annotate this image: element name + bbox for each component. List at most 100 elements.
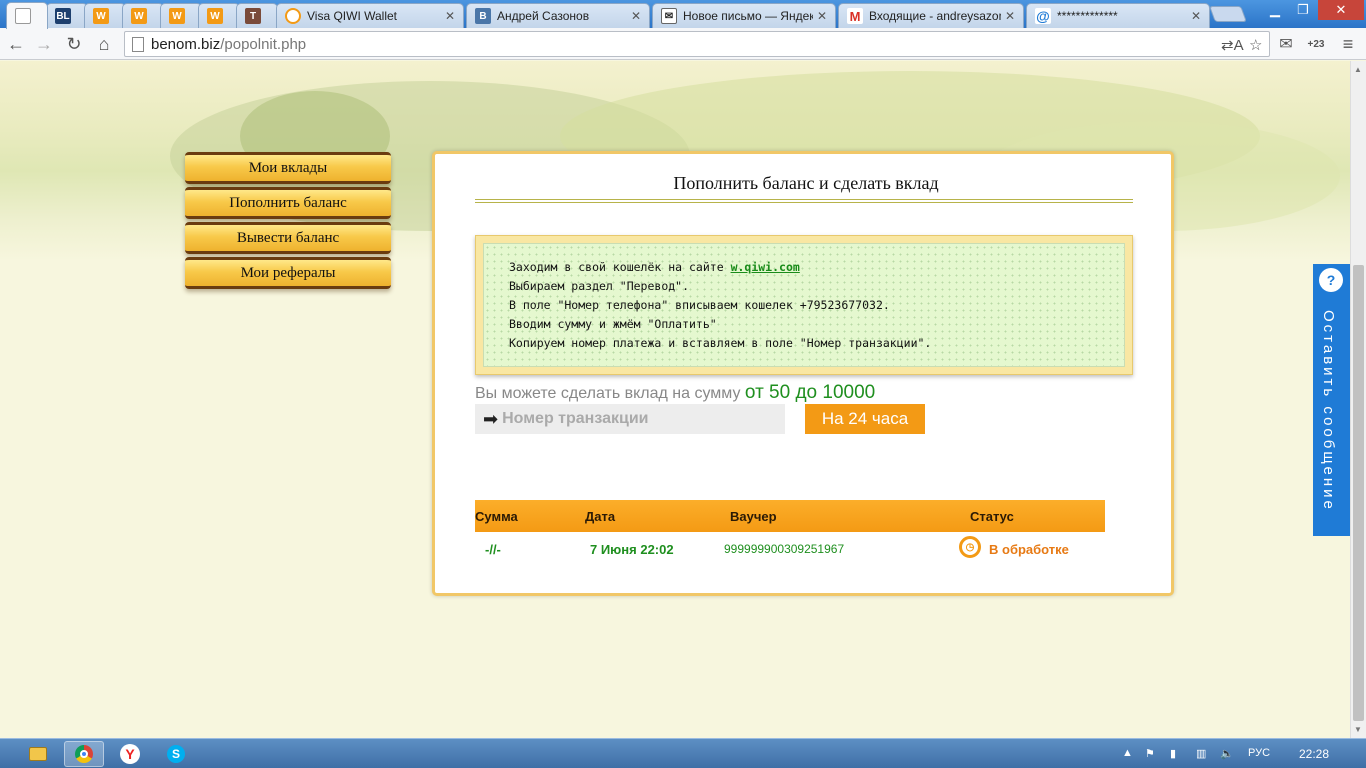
vk-favicon-icon: В [475,8,491,24]
language-indicator[interactable]: РУС [1248,747,1270,759]
cell-sum: -//- [485,542,501,557]
tab-gmail[interactable]: M Входящие - andreysazon ✕ [838,3,1024,28]
sidebar-item-my-deposits[interactable]: Мои вклады [185,152,391,184]
extension-badge[interactable]: +23 [1304,32,1328,56]
home-icon[interactable]: ⌂ [92,32,116,56]
scroll-up-icon[interactable]: ▲ [1354,65,1362,74]
battery-icon[interactable]: ▮ [1170,747,1176,760]
header-sum: Сумма [475,509,518,524]
qiwi-icon [285,8,301,24]
deposit-panel: Пополнить баланс и сделать вклад Заходим… [432,151,1174,596]
tab-title: Входящие - andreysazon [869,9,1001,23]
instruction-text: Заходим в свой кошелёк на сайте [509,260,731,274]
close-icon[interactable]: ✕ [817,9,827,23]
qiwi-link[interactable]: w.qiwi.com [731,260,800,274]
title-divider [475,199,1133,203]
tab-qiwi[interactable]: Visa QIWI Wallet ✕ [276,3,464,28]
explorer-icon[interactable] [18,741,58,767]
transactions-table: Сумма Дата Ваучер Статус -//- 7 Июня 22:… [475,500,1105,564]
menu-icon[interactable]: ≡ [1336,32,1360,56]
minimize-button[interactable]: ▁ [1262,0,1288,20]
close-icon[interactable]: ✕ [445,9,455,23]
browser-toolbar: ← → ↻ ⌂ benom.biz/popolnit.php ⇄A ☆ ✉ +2… [0,28,1366,60]
scroll-down-icon[interactable]: ▼ [1354,725,1362,734]
scrollbar-thumb[interactable] [1353,265,1364,721]
sidebar-item-top-up[interactable]: Пополнить баланс [185,187,391,219]
reload-icon[interactable]: ↻ [62,32,86,56]
deposit-range-value: от 50 до 10000 [744,382,876,403]
sidebar-item-label: Мои вклады [248,159,328,176]
close-icon[interactable]: ✕ [1005,9,1015,23]
mail-icon[interactable]: ✉ [1274,32,1298,56]
instruction-line: Вводим сумму и жмём "Оплатить" [509,317,717,331]
bl-favicon-icon: BL [55,8,71,24]
transaction-number-input[interactable]: ➡ Номер транзакции [475,404,785,434]
tab-w4[interactable]: W [198,3,240,28]
deposit-24h-button[interactable]: На 24 часа [805,404,925,434]
feedback-label: Оставить сообщение [1320,310,1337,512]
tab-t[interactable]: T [236,3,278,28]
clock[interactable]: 22:28 [1299,747,1329,761]
tab-title: Новое письмо — Яндекс [683,9,813,23]
deposit-range-text: Вы можете сделать вклад на сумму от 50 д… [475,382,875,404]
instruction-line: Заходим в свой кошелёк на сайте w.qiwi.c… [509,258,1124,277]
close-icon[interactable]: ✕ [1191,9,1201,23]
w-favicon-icon: W [131,8,147,24]
maximize-button[interactable]: ❐ [1290,0,1316,20]
tab-bl[interactable]: BL [46,3,88,28]
chrome-icon[interactable] [64,741,104,767]
page-scrollbar[interactable]: ▲ ▼ [1350,61,1366,738]
sidebar-item-label: Вывести баланс [236,229,340,246]
arrow-right-icon: ➡ [483,408,499,429]
chat-bubble-icon: ? [1319,268,1343,292]
tab-yandex-mail[interactable]: ✉ Новое письмо — Яндекс ✕ [652,3,836,28]
gmail-icon: M [847,8,863,24]
cell-voucher: 999999900309251967 [724,542,845,556]
header-status: Статус [970,509,1014,524]
address-bar[interactable]: benom.biz/popolnit.php ⇄A ☆ [124,31,1270,57]
tab-title: Андрей Сазонов [497,9,590,23]
instruction-line: Копируем номер платежа и вставляем в пол… [509,336,932,350]
header-voucher: Ваучер [730,509,777,524]
bookmark-star-icon[interactable]: ☆ [1249,36,1262,54]
url-host: benom.biz [151,35,221,53]
deposit-range-prefix: Вы можете сделать вклад на сумму [475,385,745,402]
instruction-line: В поле "Номер телефона" вписываем кошеле… [509,298,890,312]
header-date: Дата [585,509,616,524]
translate-icon[interactable]: ⇄A [1221,36,1244,54]
blank-page-icon [15,8,31,24]
tab-mailru[interactable]: @ ************* ✕ [1026,3,1210,28]
feedback-tab[interactable]: ? Оставить сообщение [1313,264,1350,536]
tab-w3[interactable]: W [160,3,202,28]
tab-w2[interactable]: W [122,3,164,28]
w-favicon-icon: W [207,8,223,24]
mailru-icon: @ [1035,8,1051,24]
sidebar-item-referrals[interactable]: Мои рефералы [185,257,391,289]
volume-icon[interactable]: 🔈 [1220,747,1234,760]
tab-vk[interactable]: В Андрей Сазонов ✕ [466,3,650,28]
new-tab-button[interactable] [1209,6,1247,22]
page-viewport: Мои вклады Пополнить баланс Вывести бала… [0,61,1350,738]
cell-date: 7 Июня 22:02 [590,542,674,557]
cell-status: В обработке [989,542,1069,557]
close-icon[interactable]: ✕ [631,9,641,23]
w-favicon-icon: W [169,8,185,24]
yandex-browser-icon[interactable]: Y [110,741,150,767]
tab-current[interactable] [6,2,48,29]
close-window-button[interactable]: ✕ [1318,0,1364,20]
sidebar-item-withdraw[interactable]: Вывести баланс [185,222,391,254]
transaction-placeholder: Номер транзакции [502,410,649,427]
w-favicon-icon: W [93,8,109,24]
yandex-mail-icon: ✉ [661,8,677,24]
tab-w1[interactable]: W [84,3,126,28]
flag-icon[interactable]: ⚑ [1145,747,1155,760]
tray-expand-icon[interactable]: ▲ [1122,747,1133,759]
t-favicon-icon: T [245,8,261,24]
skype-icon[interactable]: S [156,741,196,767]
back-icon[interactable]: ← [4,32,28,56]
network-icon[interactable]: ▥ [1196,747,1206,760]
url-path: /popolnit.php [220,35,307,53]
forward-icon[interactable]: → [32,32,56,56]
instructions-text: Заходим в свой кошелёк на сайте w.qiwi.c… [483,243,1125,367]
table-row: -//- 7 Июня 22:02 999999900309251967 ◷ В… [475,532,1105,564]
